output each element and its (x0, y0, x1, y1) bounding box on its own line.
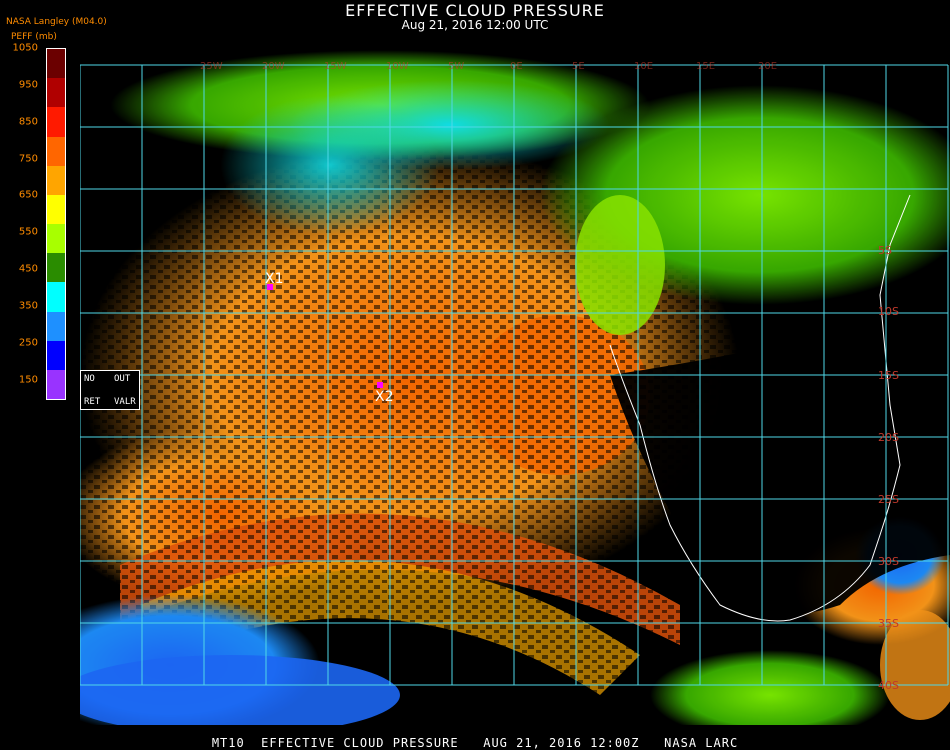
no-label: NO (84, 374, 95, 384)
colorbar-segment (47, 165, 65, 196)
colorbar-segment (47, 107, 65, 137)
colorbar-segment (47, 311, 65, 342)
colorbar-segment (47, 282, 65, 312)
latitude-label: 5S (878, 244, 892, 257)
site-marker-label: X2 (375, 389, 394, 405)
colorbar-units-label: PEFF (mb) (11, 32, 57, 42)
colorbar-tick: 250 (18, 337, 38, 349)
longitude-label: 10W (386, 61, 409, 72)
site-marker-label: X1 (265, 271, 284, 287)
colorbar-tick: 750 (18, 153, 38, 165)
valr-label: VALR (114, 397, 136, 407)
latitude-label: 40S (878, 679, 899, 692)
producer-label: NASA Langley (M04.0) (6, 17, 107, 27)
longitude-label: 15W (324, 61, 347, 72)
colorbar-segment (47, 49, 65, 79)
colorbar-segment (47, 369, 65, 400)
footer-caption: MT10 EFFECTIVE CLOUD PRESSURE AUG 21, 20… (211, 736, 739, 750)
colorbar-segment (47, 340, 65, 371)
longitude-label: 25W (200, 61, 223, 72)
latitude-label: 30S (878, 555, 899, 568)
colorbar-segment (47, 194, 65, 225)
colorbar-segment (47, 78, 65, 108)
colorbar-tick: 950 (18, 79, 38, 91)
colorbar-segment (47, 253, 65, 283)
longitude-label: 20E (758, 61, 777, 72)
longitude-label: 15E (696, 61, 715, 72)
colorbar-tick: 150 (18, 374, 38, 386)
colorbar-segment (47, 136, 65, 167)
latitude-label: 15S (878, 369, 899, 382)
colorbar-tick: 850 (18, 116, 38, 128)
colorbar-tick: 450 (18, 263, 38, 275)
longitude-label: 5W (448, 61, 464, 72)
latitude-label: 35S (878, 617, 899, 630)
latitude-label: 25S (878, 493, 899, 506)
colorbar-tick: 550 (18, 226, 38, 238)
colorbar (46, 48, 66, 400)
satellite-map: 5S 10S 15S 20S 25S 30S 35S 40S 25W 20W 15W 10W 5W 0E… (80, 45, 950, 725)
colorbar-tick: 650 (18, 189, 38, 201)
cloud-pressure-map-view: EFFECTIVE CLOUD PRESSURE Aug 21, 2016 12… (0, 0, 950, 750)
ret-label: RET (84, 397, 101, 407)
out-label: OUT (114, 374, 131, 384)
no-data-legend-box: NO OUT RET VALR (80, 370, 140, 410)
colorbar-tick: 1050 (12, 42, 38, 54)
site-marker (377, 382, 383, 388)
latitude-label: 10S (878, 305, 899, 318)
colorbar-segment (47, 224, 65, 254)
longitude-label: 0E (510, 61, 523, 72)
map-subtitle: Aug 21, 2016 12:00 UTC (401, 18, 549, 32)
latitude-label: 20S (878, 431, 899, 444)
longitude-label: 20W (262, 61, 285, 72)
longitude-label: 10E (634, 61, 653, 72)
colorbar-tick: 350 (18, 300, 38, 312)
longitude-label: 5E (572, 61, 585, 72)
